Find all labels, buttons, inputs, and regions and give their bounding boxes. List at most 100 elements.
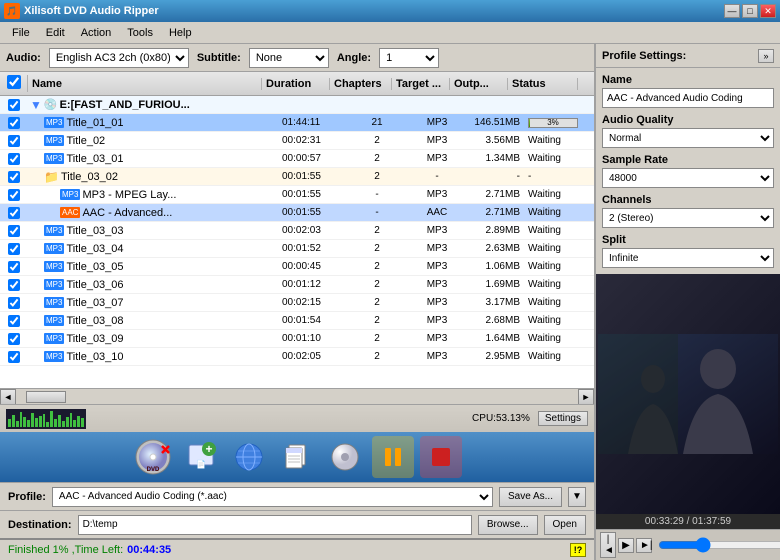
row-checkbox[interactable] [8, 333, 20, 345]
vc-next-button[interactable]: ►| [636, 538, 652, 553]
name-field-input[interactable] [602, 88, 774, 108]
table-row[interactable]: MP3 MP3 - MPEG Lay... 00:01:55 - MP3 2.7… [0, 186, 594, 204]
scroll-left-btn[interactable]: ◄ [0, 389, 16, 405]
table-row[interactable]: MP3 Title_03_10 00:02:05 2 MP3 2.95MB Wa… [0, 348, 594, 366]
scroll-right-btn[interactable]: ► [578, 389, 594, 405]
row-checkbox[interactable] [8, 207, 20, 219]
open-dvd-button[interactable]: DVD [132, 436, 174, 478]
profile-select[interactable]: AAC - Advanced Audio Coding (*.aac) [52, 487, 493, 507]
menu-help[interactable]: Help [161, 25, 200, 41]
pause-button[interactable] [372, 436, 414, 478]
table-row[interactable]: MP3 Title_03_04 00:01:52 2 MP3 2.63MB Wa… [0, 240, 594, 258]
row-duration: 00:02:05 [278, 351, 346, 362]
open-button[interactable]: Open [544, 515, 586, 535]
table-row[interactable]: MP3 Title_01_01 01:44:11 21 MP3 146.51MB… [0, 114, 594, 132]
channels-select[interactable]: 2 (Stereo) 1 (Mono) [602, 208, 774, 228]
file-type-icon: MP3 [60, 189, 80, 200]
horizontal-scrollbar[interactable]: ◄ ► [0, 388, 594, 404]
row-checkbox[interactable] [8, 297, 20, 309]
menu-edit[interactable]: Edit [38, 25, 73, 41]
audio-select[interactable]: English AC3 2ch (0x80) [49, 48, 189, 68]
row-status: Waiting [524, 225, 594, 236]
file-name: Title_03_01 [66, 153, 123, 165]
table-row[interactable]: MP3 Title_03_07 00:02:15 2 MP3 3.17MB Wa… [0, 294, 594, 312]
row-checkbox[interactable] [8, 117, 20, 129]
row-checkbox[interactable] [8, 99, 20, 111]
table-row[interactable]: ▼ 💿 E:[FAST_AND_FURIOU... [0, 96, 594, 114]
menu-action[interactable]: Action [73, 25, 120, 41]
file-type-icon: MP3 [44, 333, 64, 344]
subtitle-select[interactable]: None [249, 48, 329, 68]
scroll-thumb[interactable] [26, 391, 66, 403]
row-chapters: 2 [346, 351, 408, 362]
header-output-col: Outp... [450, 78, 508, 90]
profile-expand-btn[interactable]: » [758, 49, 774, 63]
row-checkbox[interactable] [8, 135, 20, 147]
row-checkbox[interactable] [8, 153, 20, 165]
file-name: Title_01_01 [66, 117, 123, 129]
destination-input[interactable] [78, 515, 472, 535]
file-list-body[interactable]: ▼ 💿 E:[FAST_AND_FURIOU... [0, 96, 594, 388]
table-row[interactable]: MP3 Title_03_05 00:00:45 2 MP3 1.06MB Wa… [0, 258, 594, 276]
table-row[interactable]: MP3 Title_03_08 00:01:54 2 MP3 2.68MB Wa… [0, 312, 594, 330]
row-duration: 00:02:31 [278, 135, 346, 146]
file-name: Title_02 [66, 135, 105, 147]
table-row[interactable]: MP3 Title_03_01 00:00:57 2 MP3 1.34MB Wa… [0, 150, 594, 168]
row-target: - [408, 171, 466, 182]
table-row[interactable]: 📁 Title_03_02 00:01:55 2 - - - [0, 168, 594, 186]
browse-button[interactable]: Browse... [478, 515, 538, 535]
stop-button[interactable] [420, 436, 462, 478]
menu-bar: File Edit Action Tools Help [0, 22, 780, 44]
row-checkbox[interactable] [8, 243, 20, 255]
table-row[interactable]: MP3 Title_03_03 00:02:03 2 MP3 2.89MB Wa… [0, 222, 594, 240]
profile-expand-button[interactable]: ▼ [568, 487, 586, 507]
warning-icon[interactable]: !? [570, 543, 586, 557]
file-name: Title_03_07 [66, 297, 123, 309]
pause-icon [377, 441, 409, 473]
file-type-icon: MP3 [44, 225, 64, 236]
rip-button[interactable] [324, 436, 366, 478]
copy-button[interactable] [276, 436, 318, 478]
row-checkbox[interactable] [8, 315, 20, 327]
title-bar-controls: — □ ✕ [724, 4, 776, 18]
menu-file[interactable]: File [4, 25, 38, 41]
video-scrubber[interactable] [658, 540, 780, 550]
close-button[interactable]: ✕ [760, 4, 776, 18]
minimize-button[interactable]: — [724, 4, 740, 18]
row-checkbox[interactable] [8, 279, 20, 291]
scroll-track[interactable] [16, 391, 578, 403]
row-checkbox[interactable] [8, 171, 20, 183]
row-target: AAC [408, 207, 466, 218]
row-target: MP3 [408, 225, 466, 236]
row-duration: 00:01:55 [278, 207, 346, 218]
quality-select[interactable]: Normal Low Medium High Very High [602, 128, 774, 148]
row-checkbox[interactable] [8, 351, 20, 363]
row-name: MP3 Title_03_09 [28, 333, 278, 345]
table-row[interactable]: MP3 Title_03_09 00:01:10 2 MP3 1.64MB Wa… [0, 330, 594, 348]
web-button[interactable] [228, 436, 270, 478]
vc-play-button[interactable]: ▶ [618, 538, 634, 553]
audio-bar: Audio: English AC3 2ch (0x80) Subtitle: … [0, 44, 594, 72]
angle-select[interactable]: 1 [379, 48, 439, 68]
row-checkbox[interactable] [8, 261, 20, 273]
save-as-button[interactable]: Save As... [499, 487, 562, 507]
row-target: MP3 [408, 297, 466, 308]
add-button[interactable]: 📄 + [180, 436, 222, 478]
row-chapters: 2 [346, 135, 408, 146]
vc-prev-button[interactable]: |◄ [600, 532, 616, 558]
sample-select[interactable]: 48000 44100 22050 [602, 168, 774, 188]
maximize-button[interactable]: □ [742, 4, 758, 18]
table-row[interactable]: MP3 Title_03_06 00:01:12 2 MP3 1.69MB Wa… [0, 276, 594, 294]
row-checkbox[interactable] [8, 189, 20, 201]
row-name: MP3 Title_03_06 [28, 279, 278, 291]
row-checkbox[interactable] [8, 225, 20, 237]
profile-bar: Profile: AAC - Advanced Audio Coding (*.… [0, 482, 594, 510]
row-name: MP3 Title_03_05 [28, 261, 278, 273]
split-select[interactable]: Infinite 10 MB 50 MB [602, 248, 774, 268]
table-row[interactable]: AAC AAC - Advanced... 00:01:55 - AAC 2.7… [0, 204, 594, 222]
final-status-bar: Finished 1% ,Time Left: 00:44:35 !? [0, 538, 594, 560]
select-all-checkbox[interactable] [7, 75, 21, 89]
table-row[interactable]: MP3 Title_02 00:02:31 2 MP3 3.56MB Waiti… [0, 132, 594, 150]
menu-tools[interactable]: Tools [119, 25, 161, 41]
settings-button[interactable]: Settings [538, 411, 588, 426]
